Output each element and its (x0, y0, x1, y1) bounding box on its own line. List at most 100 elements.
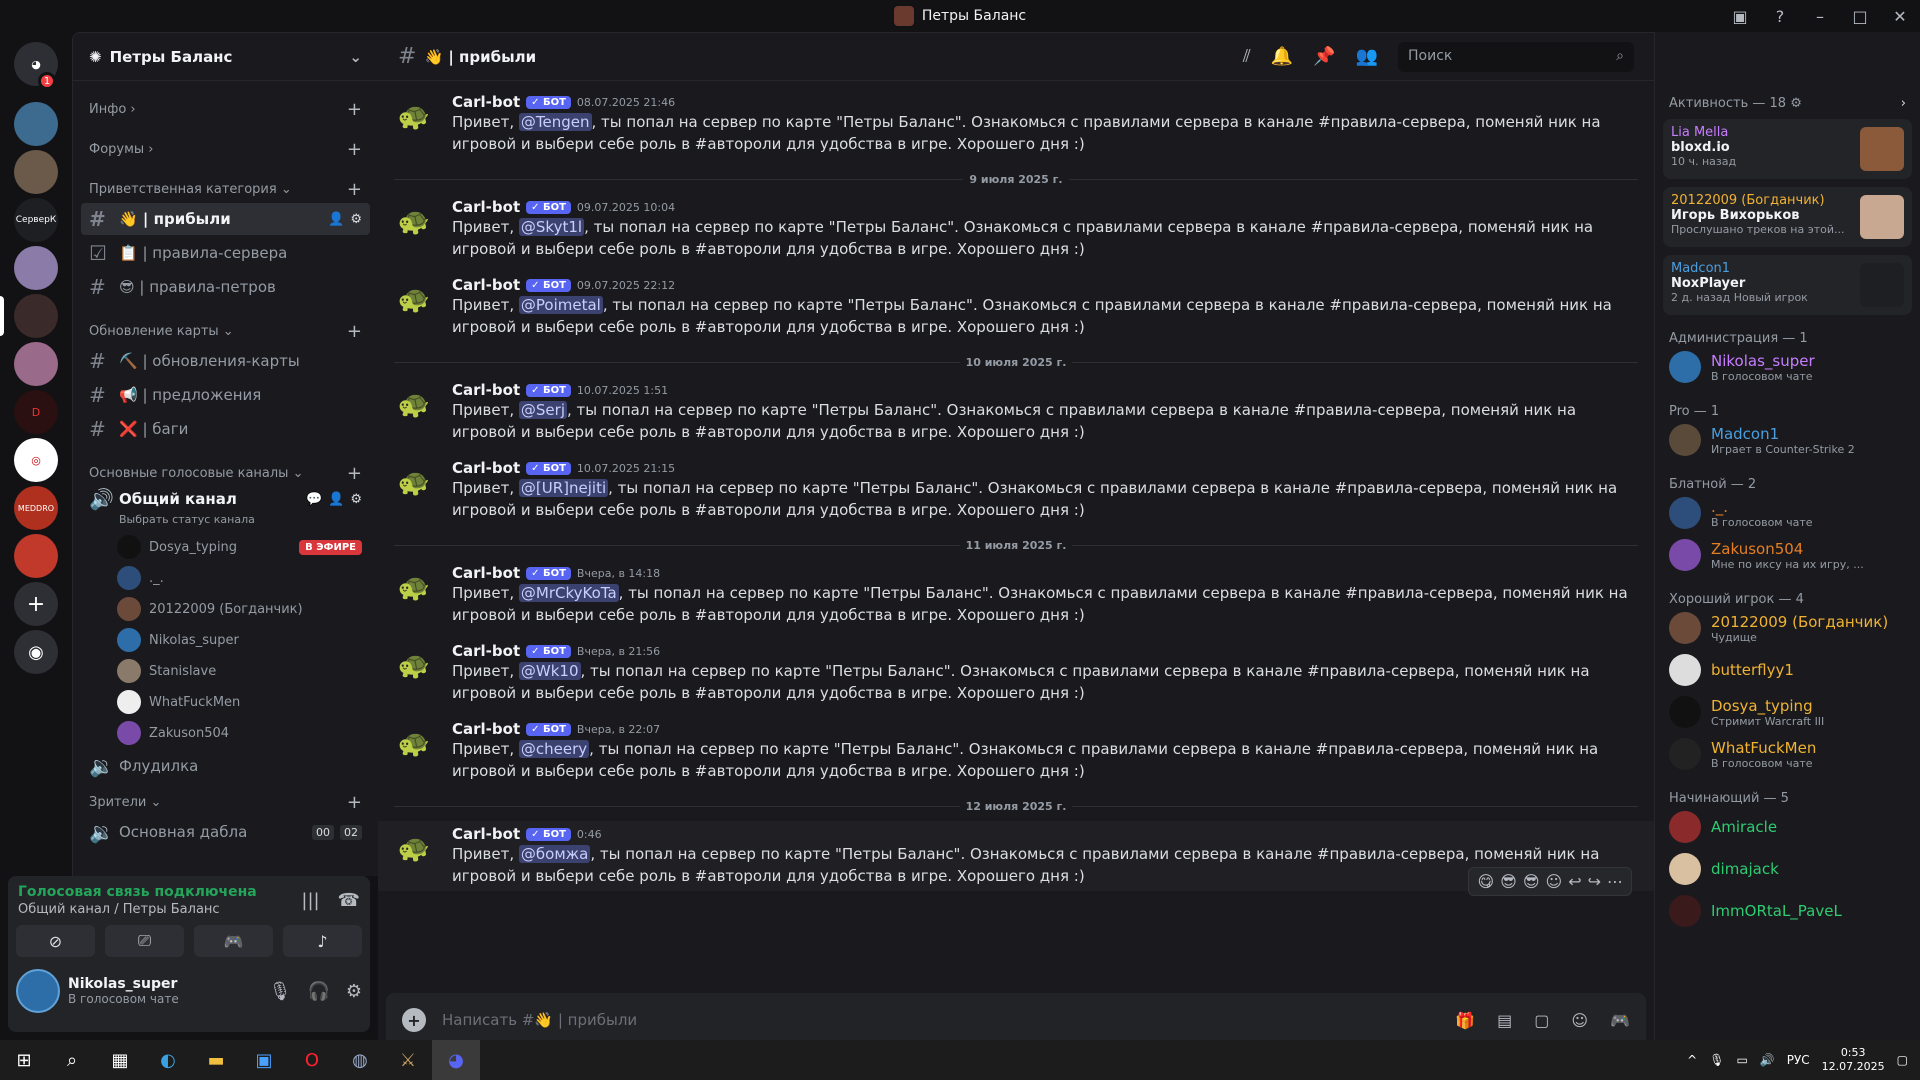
bot-avatar-icon[interactable]: 🐢 (392, 278, 436, 322)
server-icon[interactable]: ◎ (14, 438, 58, 482)
channel-rules-petrov[interactable]: # 😎 | правила-петров (81, 271, 370, 303)
mic-icon[interactable]: 🎙 (1709, 1053, 1724, 1067)
discord-taskbar-icon[interactable]: ◕ (432, 1040, 480, 1080)
message-input[interactable]: Написать #👋 | прибыли (442, 1011, 637, 1029)
minimize-button[interactable]: – (1800, 7, 1840, 26)
server-icon[interactable] (14, 294, 58, 338)
close-button[interactable]: ✕ (1880, 7, 1920, 26)
user-mention[interactable]: @Serj (518, 401, 567, 419)
volume-icon[interactable]: 🔊 (1760, 1053, 1775, 1067)
message-author[interactable]: Carl-bot (452, 720, 520, 738)
bot-avatar-icon[interactable]: 🐢 (392, 722, 436, 766)
chevron-right-icon[interactable]: › (1901, 96, 1906, 111)
reply-icon[interactable]: ↩ (1568, 872, 1581, 891)
gear-icon[interactable]: ⚙ (346, 981, 362, 1002)
forward-icon[interactable]: ↪ (1588, 872, 1601, 891)
help-icon[interactable]: ? (1760, 7, 1800, 26)
plus-icon[interactable]: + (347, 463, 362, 484)
chevron-up-icon[interactable]: ^ (1687, 1053, 1697, 1067)
user-mention[interactable]: @бомжа (518, 845, 591, 863)
activity-card[interactable]: Madcon1 NoxPlayer 2 д. назад Новый игрок (1663, 255, 1912, 315)
invite-icon[interactable]: 👤 (328, 212, 344, 227)
gif-icon[interactable]: ▤ (1497, 1011, 1512, 1030)
noise-icon[interactable]: ||| (301, 890, 319, 911)
user-mention[interactable]: @cheery (518, 740, 590, 758)
user-mention[interactable]: @Skyt1l (518, 218, 585, 236)
message[interactable]: 🐢 Carl-bot ✓ БОТ Вчера, в 14:18 Привет, @MrC… (378, 560, 1654, 630)
threads-icon[interactable]: ⫽ (1243, 46, 1251, 67)
server-icon[interactable] (14, 102, 58, 146)
headphones-icon[interactable]: 🎧 (307, 981, 329, 1002)
store-icon[interactable]: ▣ (240, 1040, 288, 1080)
user-mention[interactable]: @[UR]nejiti (518, 479, 609, 497)
gear-icon[interactable]: ⚙ (350, 492, 362, 507)
category-info[interactable]: Инфо › + (73, 97, 378, 121)
member-item[interactable]: Amiracle (1655, 806, 1920, 848)
message[interactable]: 🐢 Carl-bot ✓ БОТ Вчера, в 21:56 Привет, @Wk1… (378, 638, 1654, 708)
reaction-icon[interactable]: 😎 (1500, 872, 1517, 891)
activity-header[interactable]: Активность — 18 ⚙ › (1655, 96, 1920, 111)
member-item[interactable]: butterflyy1 (1655, 649, 1920, 691)
channel-map-updates[interactable]: # ⛏️ | обновления-карты (81, 345, 370, 377)
member-item[interactable]: Dosya_typing Стримит Warcraft III (1655, 691, 1920, 733)
add-server-icon[interactable]: + (14, 582, 58, 626)
message-author[interactable]: Carl-bot (452, 198, 520, 216)
activity-button[interactable]: 🎮 (194, 925, 273, 957)
server-icon[interactable] (14, 534, 58, 578)
avatar[interactable] (16, 969, 60, 1013)
voice-user[interactable]: Stanislave (109, 656, 370, 686)
message-author[interactable]: Carl-bot (452, 93, 520, 111)
plus-icon[interactable]: + (347, 139, 362, 160)
bot-avatar-icon[interactable]: 🐢 (392, 383, 436, 427)
voice-location[interactable]: Общий канал / Петры Баланс (18, 902, 257, 917)
opera-icon[interactable]: O (288, 1040, 336, 1080)
server-icon[interactable]: D (14, 390, 58, 434)
category-voice[interactable]: Основные голосовые каналы ⌄ + (73, 461, 378, 485)
plus-icon[interactable]: + (402, 1008, 426, 1032)
member-item[interactable]: dimajack (1655, 848, 1920, 890)
channel-proposals[interactable]: # 📢 | предложения (81, 379, 370, 411)
invite-icon[interactable]: 👤 (328, 492, 344, 507)
discover-icon[interactable]: ◉ (14, 630, 58, 674)
plus-icon[interactable]: + (347, 179, 362, 200)
user-mention[interactable]: @Tengen (518, 113, 592, 131)
inbox-icon[interactable]: ▣ (1720, 7, 1760, 26)
bot-avatar-icon[interactable]: 🐢 (392, 827, 436, 871)
gift-icon[interactable]: 🎁 (1455, 1011, 1475, 1030)
channel-main-dabla[interactable]: 🔉 Основная дабла 00 02 (81, 816, 370, 848)
reaction-icon[interactable]: 😋 (1477, 872, 1494, 891)
channel-pribyli[interactable]: # 👋 | прибыли 👤 ⚙ (81, 203, 370, 235)
message-author[interactable]: Carl-bot (452, 825, 520, 843)
message-author[interactable]: Carl-bot (452, 276, 520, 294)
message-author[interactable]: Carl-bot (452, 564, 520, 582)
message[interactable]: 🐢 Carl-bot ✓ БОТ Вчера, в 22:07 Привет, @che… (378, 716, 1654, 786)
add-reaction-icon[interactable]: ☺ (1546, 872, 1563, 891)
message[interactable]: 🐢 Carl-bot ✓ БОТ 09.07.2025 22:12 Привет, @P… (378, 272, 1654, 342)
message-author[interactable]: Carl-bot (452, 642, 520, 660)
activity-card[interactable]: Lia Mella bloxd.io 10 ч. назад (1663, 119, 1912, 179)
language-indicator[interactable]: РУС (1787, 1053, 1810, 1067)
voice-user[interactable]: WhatFuckMen (109, 687, 370, 717)
gamepad-icon[interactable]: 🎮 (1610, 1011, 1630, 1030)
message[interactable]: 🐢 Carl-bot ✓ БОТ 08.07.2025 21:46 Привет, @T… (378, 89, 1654, 159)
bell-icon[interactable]: 🔔 (1271, 46, 1293, 67)
user-mention[interactable]: @Poimetal (518, 296, 603, 314)
server-icon[interactable] (14, 150, 58, 194)
member-item[interactable]: Madcon1 Играет в Counter-Strike 2 (1655, 419, 1920, 461)
user-mention[interactable]: @Wk10 (518, 662, 581, 680)
user-mention[interactable]: @MrCkyKoTa (518, 584, 619, 602)
hangup-icon[interactable]: ☎ (338, 890, 360, 911)
screen-share-button[interactable]: ⎚ (105, 925, 184, 957)
message[interactable]: 🐢 Carl-bot ✓ БОТ 09.07.2025 10:04 Привет, @S… (378, 194, 1654, 264)
category-welcome[interactable]: Приветственная категория ⌄ + (73, 177, 378, 201)
clock[interactable]: 0:53 12.07.2025 (1822, 1046, 1885, 1074)
voice-user[interactable]: Zakuson504 (109, 718, 370, 748)
emoji-icon[interactable]: ☺ (1571, 1011, 1588, 1030)
more-icon[interactable]: ⋯ (1607, 872, 1623, 891)
windows-start-icon[interactable]: ⊞ (0, 1040, 48, 1080)
message-author[interactable]: Carl-bot (452, 459, 520, 477)
warcraft-icon[interactable]: ⚔ (384, 1040, 432, 1080)
edge-icon[interactable]: ◐ (144, 1040, 192, 1080)
message[interactable]: 🐢 Carl-bot ✓ БОТ 10.07.2025 21:15 Привет, @[… (378, 455, 1654, 525)
bot-avatar-icon[interactable]: 🐢 (392, 644, 436, 688)
